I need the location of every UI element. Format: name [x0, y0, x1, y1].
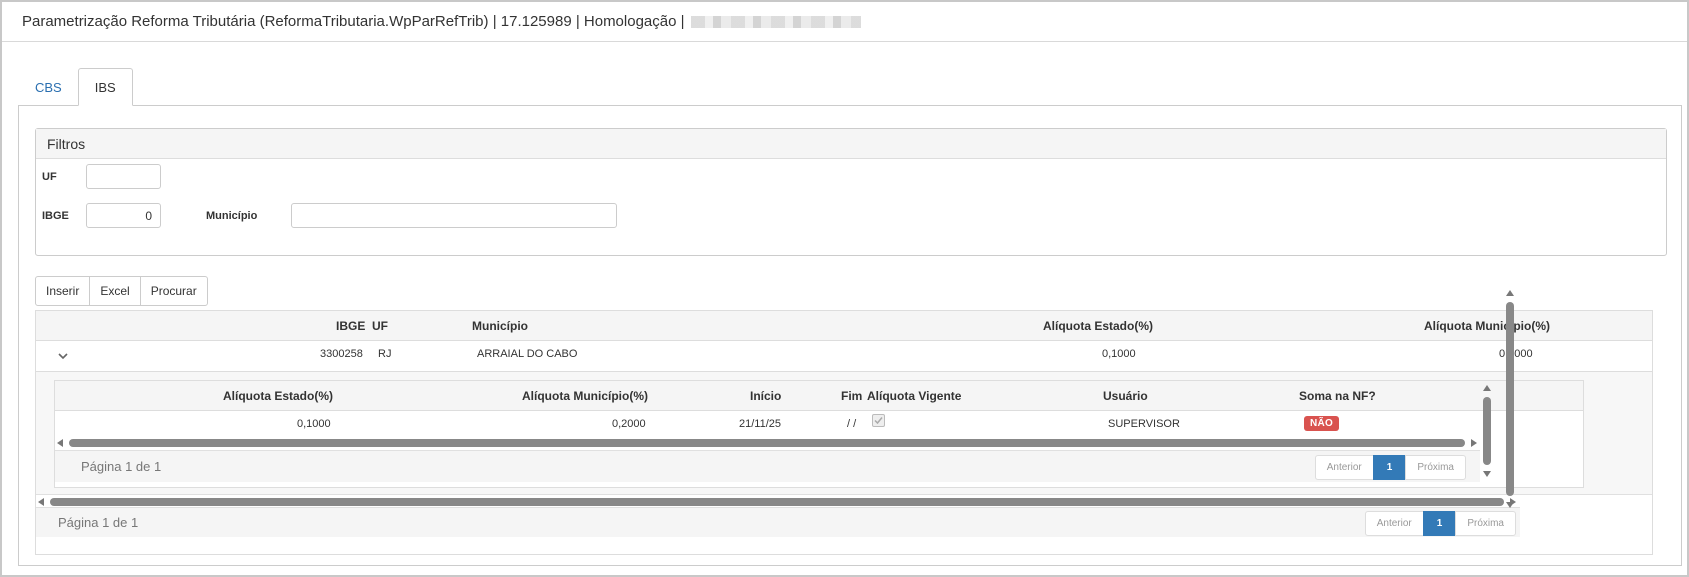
arrow-left-icon[interactable]: [38, 498, 44, 506]
grid-pagination: Anterior 1 Próxima: [1364, 511, 1516, 536]
col-aliq-estado[interactable]: Alíquota Estado(%): [1043, 311, 1153, 341]
window-titlebar: Parametrização Reforma Tributária (Refor…: [2, 2, 1687, 42]
sub-col-fim[interactable]: Fim: [841, 381, 862, 411]
col-ibge[interactable]: IBGE: [336, 311, 365, 341]
subgrid-prev-button[interactable]: Anterior: [1314, 455, 1374, 480]
row-detail: Alíquota Estado(%) Alíquota Município(%)…: [36, 371, 1652, 495]
subgrid-vertical-scrollbar[interactable]: [1482, 385, 1492, 481]
subgrid-pager: Página 1 de 1 Anterior 1 Próxima: [55, 450, 1480, 482]
grid-header: IBGE UF Município Alíquota Estado(%) Alí…: [36, 311, 1652, 341]
tab-panel-ibs: Filtros UF IBGE 0 Município Inserir Exce…: [18, 105, 1682, 566]
status-badge: NÃO: [1304, 416, 1340, 431]
arrow-down-icon[interactable]: [1506, 502, 1514, 508]
check-icon: [874, 417, 883, 425]
cell-municipio: ARRAIAL DO CABO: [477, 348, 578, 360]
sub-col-aliq-estado[interactable]: Alíquota Estado(%): [223, 381, 333, 411]
insert-button[interactable]: Inserir: [35, 276, 91, 306]
app-window: Parametrização Reforma Tributária (Refor…: [0, 0, 1689, 577]
arrow-up-icon[interactable]: [1483, 385, 1491, 391]
scroll-thumb[interactable]: [69, 439, 1465, 447]
sub-cell-inicio: 21/11/25: [739, 418, 782, 430]
arrow-up-icon[interactable]: [1506, 290, 1514, 296]
sub-cell-fim: / /: [847, 418, 857, 430]
excel-button[interactable]: Excel: [89, 276, 141, 306]
ibge-input[interactable]: 0: [86, 203, 161, 228]
chevron-down-icon[interactable]: [58, 351, 68, 361]
scroll-thumb[interactable]: [1483, 397, 1491, 465]
col-municipio[interactable]: Município: [472, 311, 528, 341]
grid-horizontal-scrollbar[interactable]: [38, 497, 1516, 507]
uf-input[interactable]: [86, 164, 161, 189]
subgrid-next-button[interactable]: Próxima: [1405, 455, 1466, 480]
tab-cbs[interactable]: CBS: [19, 68, 78, 106]
sub-col-inicio[interactable]: Início: [750, 381, 781, 411]
arrow-down-icon[interactable]: [1483, 471, 1491, 477]
filters-panel: Filtros UF IBGE 0 Município: [35, 128, 1667, 256]
ibge-label: IBGE: [42, 210, 69, 222]
tab-strip: CBS IBS: [19, 68, 133, 106]
col-uf[interactable]: UF: [372, 311, 388, 341]
vigente-checkbox: [872, 414, 885, 427]
grid-next-button[interactable]: Próxima: [1455, 511, 1516, 536]
sub-col-soma-nf[interactable]: Soma na NF?: [1299, 381, 1376, 411]
sub-col-vigente[interactable]: Alíquota Vigente: [867, 381, 961, 411]
grid-prev-button[interactable]: Anterior: [1364, 511, 1424, 536]
uf-label: UF: [42, 171, 57, 183]
municipios-grid: IBGE UF Município Alíquota Estado(%) Alí…: [35, 310, 1653, 555]
subgrid-page-1-button[interactable]: 1: [1372, 455, 1407, 480]
tab-ibs[interactable]: IBS: [77, 68, 133, 106]
search-button[interactable]: Procurar: [139, 276, 208, 306]
municipio-input[interactable]: [291, 203, 617, 228]
aliquotas-subgrid: Alíquota Estado(%) Alíquota Município(%)…: [54, 380, 1584, 488]
sub-col-aliq-municipio[interactable]: Alíquota Município(%): [522, 381, 648, 411]
subgrid-page-info: Página 1 de 1: [81, 459, 162, 474]
col-aliq-municipio[interactable]: Alíquota Município(%): [1424, 311, 1550, 341]
window-title: Parametrização Reforma Tributária (Refor…: [22, 13, 685, 30]
cell-aliq-estado: 0,1000: [1102, 348, 1136, 360]
arrow-left-icon[interactable]: [57, 439, 63, 447]
subgrid-pagination: Anterior 1 Próxima: [1314, 455, 1466, 480]
scroll-thumb[interactable]: [1506, 302, 1514, 496]
arrow-right-icon[interactable]: [1471, 439, 1477, 447]
subgrid-horizontal-scrollbar[interactable]: [57, 438, 1477, 448]
grid-pager: Página 1 de 1 Anterior 1 Próxima: [36, 507, 1520, 537]
cell-uf: RJ: [378, 348, 392, 360]
subgrid-header: Alíquota Estado(%) Alíquota Município(%)…: [55, 381, 1583, 411]
grid-vertical-scrollbar[interactable]: [1505, 290, 1515, 508]
grid-page-info: Página 1 de 1: [58, 515, 139, 530]
sub-col-usuario[interactable]: Usuário: [1103, 381, 1148, 411]
municipio-label: Município: [206, 210, 258, 222]
filters-title: Filtros: [36, 129, 1666, 159]
sub-cell-usuario: SUPERVISOR: [1108, 418, 1180, 430]
sub-cell-aliq-estado: 0,1000: [297, 418, 331, 430]
scroll-thumb[interactable]: [50, 498, 1504, 506]
grid-toolbar: Inserir Excel Procurar: [35, 276, 208, 306]
sub-cell-aliq-municipio: 0,2000: [612, 418, 646, 430]
cell-ibge: 3300258: [320, 348, 363, 360]
redacted-environment: [690, 15, 861, 28]
grid-page-1-button[interactable]: 1: [1422, 511, 1457, 536]
